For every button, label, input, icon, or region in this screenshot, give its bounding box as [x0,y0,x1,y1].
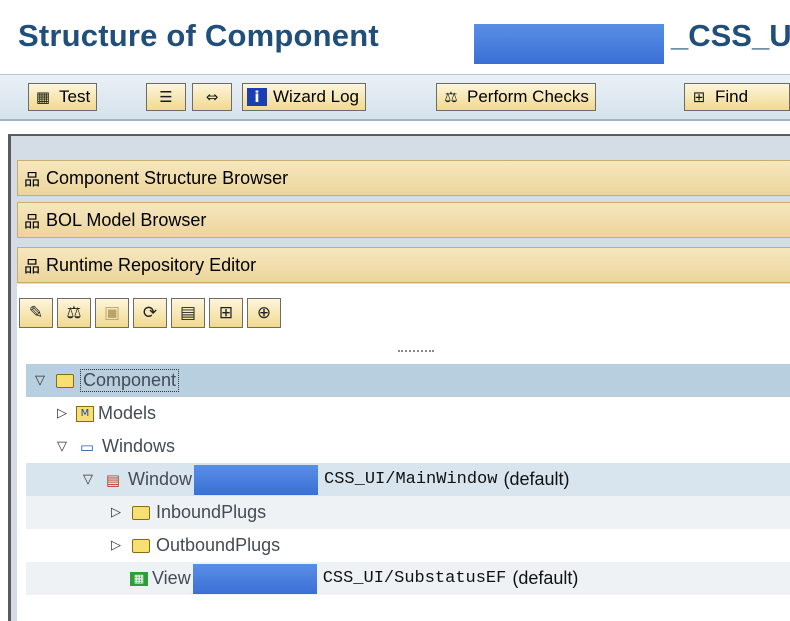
tray-bol-model-browser[interactable]: 品 BOL Model Browser [17,202,790,238]
test-icon: ▦ [35,88,51,106]
tree-node-windows[interactable]: ▽ ▭ Windows [26,430,790,463]
find-button[interactable]: ⊞ Find [684,83,790,111]
folder-icon [132,505,150,520]
hierarchy-icon: 品 [23,170,40,189]
redaction-block [474,24,664,64]
refresh-button[interactable]: ⟳ [133,298,167,328]
page-title-suffix: _CSS_U [671,18,790,53]
expand-icon[interactable]: ▷ [108,505,124,520]
tree-node-component[interactable]: ▽ Component [26,364,790,397]
tree-node-label: InboundPlugs [156,502,267,522]
tray-label: Component Structure Browser [46,167,289,188]
info-icon: i [247,88,267,106]
main-toolbar: ▦ Test ☰ ⇔ i Wizard Log ⚖ Perform Checks… [0,74,790,121]
tray-runtime-repository-editor[interactable]: 品 Runtime Repository Editor [17,247,790,283]
save-button[interactable]: ▣ [95,298,129,328]
page-title: Structure of Component [18,18,379,53]
splitter-handle[interactable] [398,350,434,352]
window-name: CSS_UI/MainWindow [324,470,498,489]
tree-node-models[interactable]: ▷ M Models [26,397,790,430]
collapse-icon[interactable]: ▽ [80,472,96,487]
find-label: Find [715,87,749,106]
pencil-icon: ✎ [28,303,44,323]
tree-node-view[interactable]: ▦ View CSS_UI/SubstatusEF (default) [26,562,790,595]
tray-label: Runtime Repository Editor [46,254,257,275]
default-marker: (default) [512,568,579,588]
expand-icon[interactable]: ▷ [108,538,124,553]
redaction-block [192,563,317,594]
test-button[interactable]: ▦ Test [28,83,98,111]
tray-component-structure-browser[interactable]: 品 Component Structure Browser [17,160,790,196]
hierarchy-icon: 品 [23,212,40,231]
binoculars-icon: ⊞ [218,303,234,323]
editor-toolbar: ✎ ⚖ ▣ ⟳ ▤ ⊞ ⊕ [17,292,790,332]
redaction-block [194,464,319,495]
tray-label: BOL Model Browser [46,209,207,230]
expand-icon[interactable]: ▷ [54,406,70,421]
wizard-log-button[interactable]: i Wizard Log [242,83,366,111]
collapse-icon[interactable]: ▽ [54,439,70,454]
default-marker: (default) [503,469,570,489]
tree-node-label: Component [80,369,180,392]
binoculars-icon: ⊞ [692,88,706,106]
edit-button[interactable]: ✎ [19,298,53,328]
collapse-icon[interactable]: ▽ [32,373,48,388]
perform-checks-label: Perform Checks [467,87,589,106]
arrows-icon: ⇔ [205,88,219,106]
tree-node-label: View [152,568,191,588]
display-list-button[interactable]: ☰ [146,83,186,111]
tree-node-label: Windows [102,436,176,456]
list-icon: ☰ [159,88,173,106]
refresh-icon: ⟳ [142,303,158,323]
view-icon: ▦ [130,571,148,586]
document-icon: ▤ [179,303,197,323]
tree-node-label: Models [98,403,157,423]
tree-node-inboundplugs[interactable]: ▷ InboundPlugs [26,496,790,529]
folder-icon [56,373,74,388]
component-tree: ▽ Component ▷ M Models ▽ ▭ Windows ▽ ▤ W… [26,364,790,619]
tree-node-label: OutboundPlugs [156,535,281,555]
tree-node-outboundplugs[interactable]: ▷ OutboundPlugs [26,529,790,562]
checks-icon: ⚖ [444,88,458,106]
hierarchy-icon: 品 [23,257,40,276]
wizard-log-label: Wizard Log [273,87,359,106]
find-button-small[interactable]: ⊞ [209,298,243,328]
test-button-label: Test [59,87,91,106]
windows-icon: ▭ [79,437,95,456]
perform-checks-button[interactable]: ⚖ Perform Checks [436,83,596,111]
tree-node-label: Window [128,469,193,489]
tree-node-window[interactable]: ▽ ▤ Window CSS_UI/MainWindow (default) [26,463,790,496]
document-button[interactable]: ▤ [171,298,205,328]
checks-icon: ⚖ [66,303,82,323]
folder-icon [132,538,150,553]
window-icon: ▤ [105,470,121,489]
navigate-button[interactable]: ⇔ [192,83,232,111]
model-icon: M [76,405,94,422]
check-button[interactable]: ⚖ [57,298,91,328]
save-icon: ▣ [103,303,121,323]
title-bar: Structure of Component _CSS_U [0,0,790,70]
find-next-button[interactable]: ⊕ [247,298,281,328]
binoculars-plus-icon: ⊕ [256,303,272,323]
view-name: CSS_UI/SubstatusEF [322,569,507,588]
